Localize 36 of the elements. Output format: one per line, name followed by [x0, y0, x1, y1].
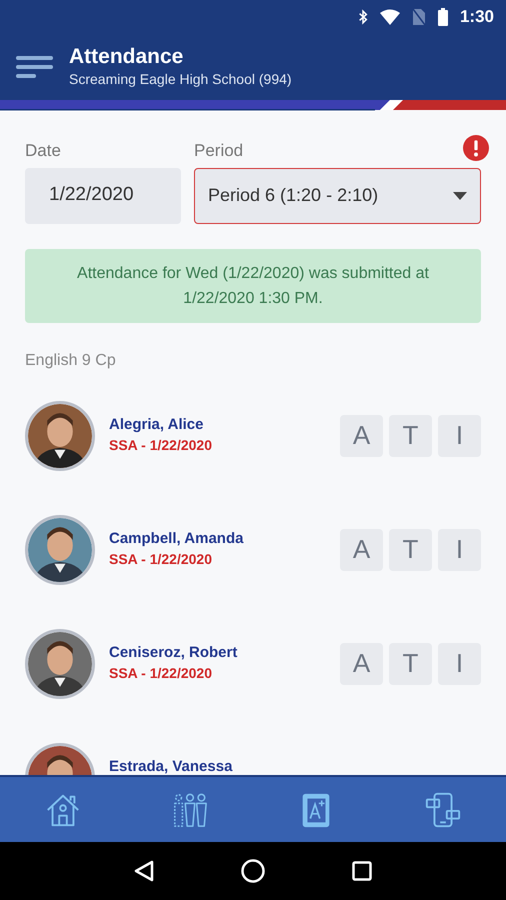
- battery-icon: [438, 8, 448, 26]
- school-name: Screaming Eagle High School (994): [69, 70, 292, 89]
- page-title: Attendance: [69, 45, 184, 69]
- attendance-code-button[interactable]: T: [389, 642, 432, 684]
- recents-icon[interactable]: [352, 861, 372, 881]
- back-icon[interactable]: [134, 860, 154, 882]
- home-circle-icon[interactable]: [240, 859, 265, 883]
- period-label: Period: [194, 140, 244, 162]
- period-dropdown[interactable]: Period 6 (1:20 - 2:10): [194, 168, 481, 224]
- attendance-code-button[interactable]: A: [340, 528, 383, 570]
- student-name: Campbell, Amanda: [109, 528, 244, 548]
- menu-icon[interactable]: [16, 56, 53, 78]
- date-field[interactable]: 1/22/2020: [25, 168, 181, 224]
- clock-time: 1:30: [460, 6, 494, 28]
- submitted-banner: Attendance for Wed (1/22/2020) was submitted at 1/22/2020 1:30 PM.: [25, 248, 481, 322]
- student-name: Ceniseroz, Robert: [109, 642, 238, 662]
- attendance-code-button[interactable]: I: [438, 642, 481, 684]
- student-note: SSA - 1/22/2020: [109, 436, 213, 454]
- class-name: English 9 Cp: [25, 350, 117, 370]
- date-label: Date: [25, 140, 62, 162]
- attendance-code-button[interactable]: I: [438, 414, 481, 456]
- student-note: SSA - 1/22/2020: [109, 664, 213, 682]
- student-name: Estrada, Vanessa: [109, 756, 234, 775]
- attendance-code-button[interactable]: A: [340, 642, 383, 684]
- student-note: SSA - 1/22/2020: [109, 550, 213, 568]
- attendance-code-button[interactable]: A: [340, 414, 383, 456]
- attendance-code-button[interactable]: T: [389, 414, 432, 456]
- bluetooth-icon: [358, 9, 368, 25]
- attendance-code-button[interactable]: T: [389, 528, 432, 570]
- caret-icon: [453, 192, 467, 200]
- error-icon: [463, 135, 489, 161]
- phone-chat-icon[interactable]: [424, 790, 462, 828]
- no-sim-icon: [412, 8, 426, 26]
- wifi-icon: [380, 9, 400, 25]
- attendance-code-button[interactable]: I: [438, 528, 481, 570]
- student-name: Alegria, Alice: [109, 414, 204, 434]
